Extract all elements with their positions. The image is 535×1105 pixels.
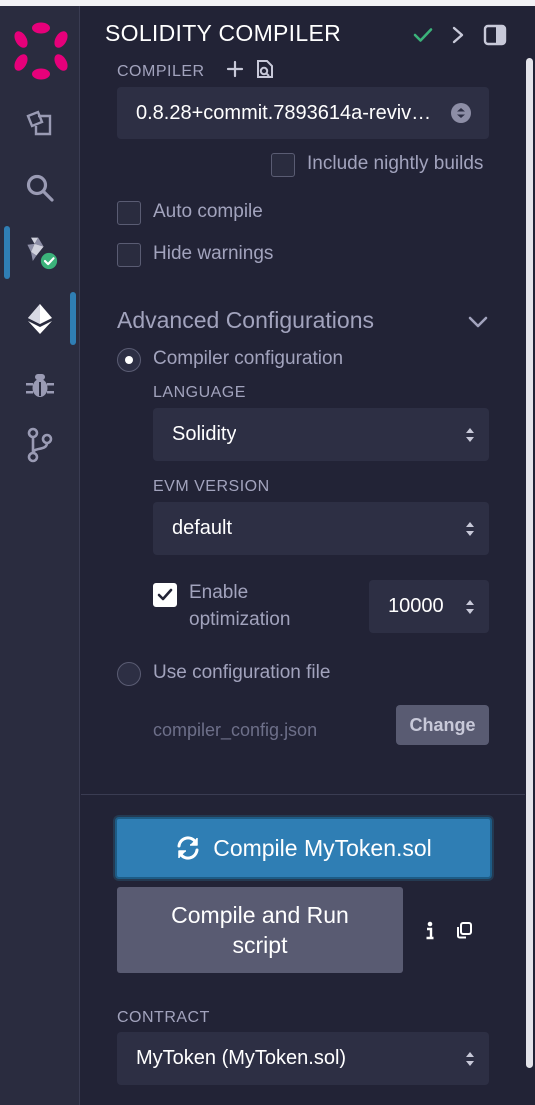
icon-rail <box>0 6 80 1105</box>
refresh-icon <box>177 836 199 860</box>
compiler-label: COMPILER <box>117 63 205 80</box>
compile-and-run-button[interactable]: Compile and Run script <box>117 887 403 973</box>
select-arrows-icon <box>466 521 474 536</box>
solidity-compiler-panel: SOLIDITY COMPILER COMPILER 0.8.28+commit… <box>81 6 535 1105</box>
check-icon <box>413 28 433 42</box>
hide-warnings-label: Hide warnings <box>153 243 274 264</box>
language-label: LANGUAGE <box>153 384 246 401</box>
optimization-runs-value: 10000 <box>388 595 444 617</box>
file-explorer-icon[interactable] <box>22 104 58 140</box>
auto-compile-checkbox[interactable] <box>117 201 141 225</box>
select-arrows-icon <box>451 103 471 123</box>
compiler-version-value: 0.8.28+commit.7893614a-revive-0.1.0 <box>136 101 433 124</box>
chevron-down-icon[interactable] <box>468 315 488 329</box>
language-select[interactable]: Solidity <box>153 408 489 461</box>
optimization-label-line1: Enable <box>189 582 249 603</box>
select-arrows-icon <box>466 1051 474 1066</box>
compile-button-label: Compile MyToken.sol <box>213 834 432 861</box>
scrollbar[interactable] <box>526 58 533 1068</box>
config-file-radio[interactable] <box>117 662 141 686</box>
optimization-label-line2: optimization <box>189 609 291 630</box>
auto-compile-label: Auto compile <box>153 201 263 222</box>
language-value: Solidity <box>172 423 237 445</box>
optimization-runs-input[interactable]: 10000 <box>369 580 489 633</box>
stepper-arrows-icon[interactable] <box>465 598 475 616</box>
nightly-builds-label: Include nightly builds <box>307 153 484 174</box>
checkmark-icon <box>157 588 173 601</box>
compiler-config-label: Compiler configuration <box>153 348 344 369</box>
deploy-run-icon[interactable] <box>22 301 58 337</box>
active-indicator <box>4 226 10 279</box>
debugger-icon[interactable] <box>22 367 58 403</box>
hide-warnings-checkbox[interactable] <box>117 243 141 267</box>
contract-label: CONTRACT <box>117 1009 210 1026</box>
panel-toggle-icon[interactable] <box>483 24 507 46</box>
nightly-builds-checkbox[interactable] <box>271 153 295 177</box>
advanced-config-title[interactable]: Advanced Configurations <box>117 307 374 334</box>
load-compiler-file-icon[interactable] <box>255 58 275 80</box>
add-compiler-icon[interactable] <box>226 60 244 78</box>
search-icon[interactable] <box>22 170 58 206</box>
chevron-right-icon[interactable] <box>451 26 465 44</box>
select-arrows-icon <box>466 427 474 442</box>
divider <box>81 794 525 795</box>
config-file-name: compiler_config.json <box>153 720 318 740</box>
compiler-config-radio[interactable] <box>117 348 141 372</box>
info-icon[interactable] <box>425 921 435 941</box>
page-title: SOLIDITY COMPILER <box>105 20 342 46</box>
compile-button[interactable]: Compile MyToken.sol <box>115 817 492 879</box>
contract-value: MyToken (MyToken.sol) <box>136 1047 347 1069</box>
contract-select[interactable]: MyToken (MyToken.sol) <box>117 1032 489 1085</box>
optimization-checkbox[interactable] <box>153 583 177 607</box>
solidity-compiler-icon[interactable] <box>22 234 58 270</box>
evm-version-value: default <box>172 517 233 539</box>
evm-version-label: EVM VERSION <box>153 478 270 495</box>
change-config-button[interactable]: Change <box>396 705 489 745</box>
polkadot-logo-icon[interactable] <box>10 20 72 82</box>
active-indicator-right <box>70 292 76 345</box>
config-file-label: Use configuration file <box>153 662 331 683</box>
git-branch-icon[interactable] <box>22 427 58 463</box>
compiler-version-select[interactable]: 0.8.28+commit.7893614a-revive-0.1.0 <box>117 87 489 139</box>
copy-icon[interactable] <box>455 921 473 939</box>
evm-version-select[interactable]: default <box>153 502 489 555</box>
